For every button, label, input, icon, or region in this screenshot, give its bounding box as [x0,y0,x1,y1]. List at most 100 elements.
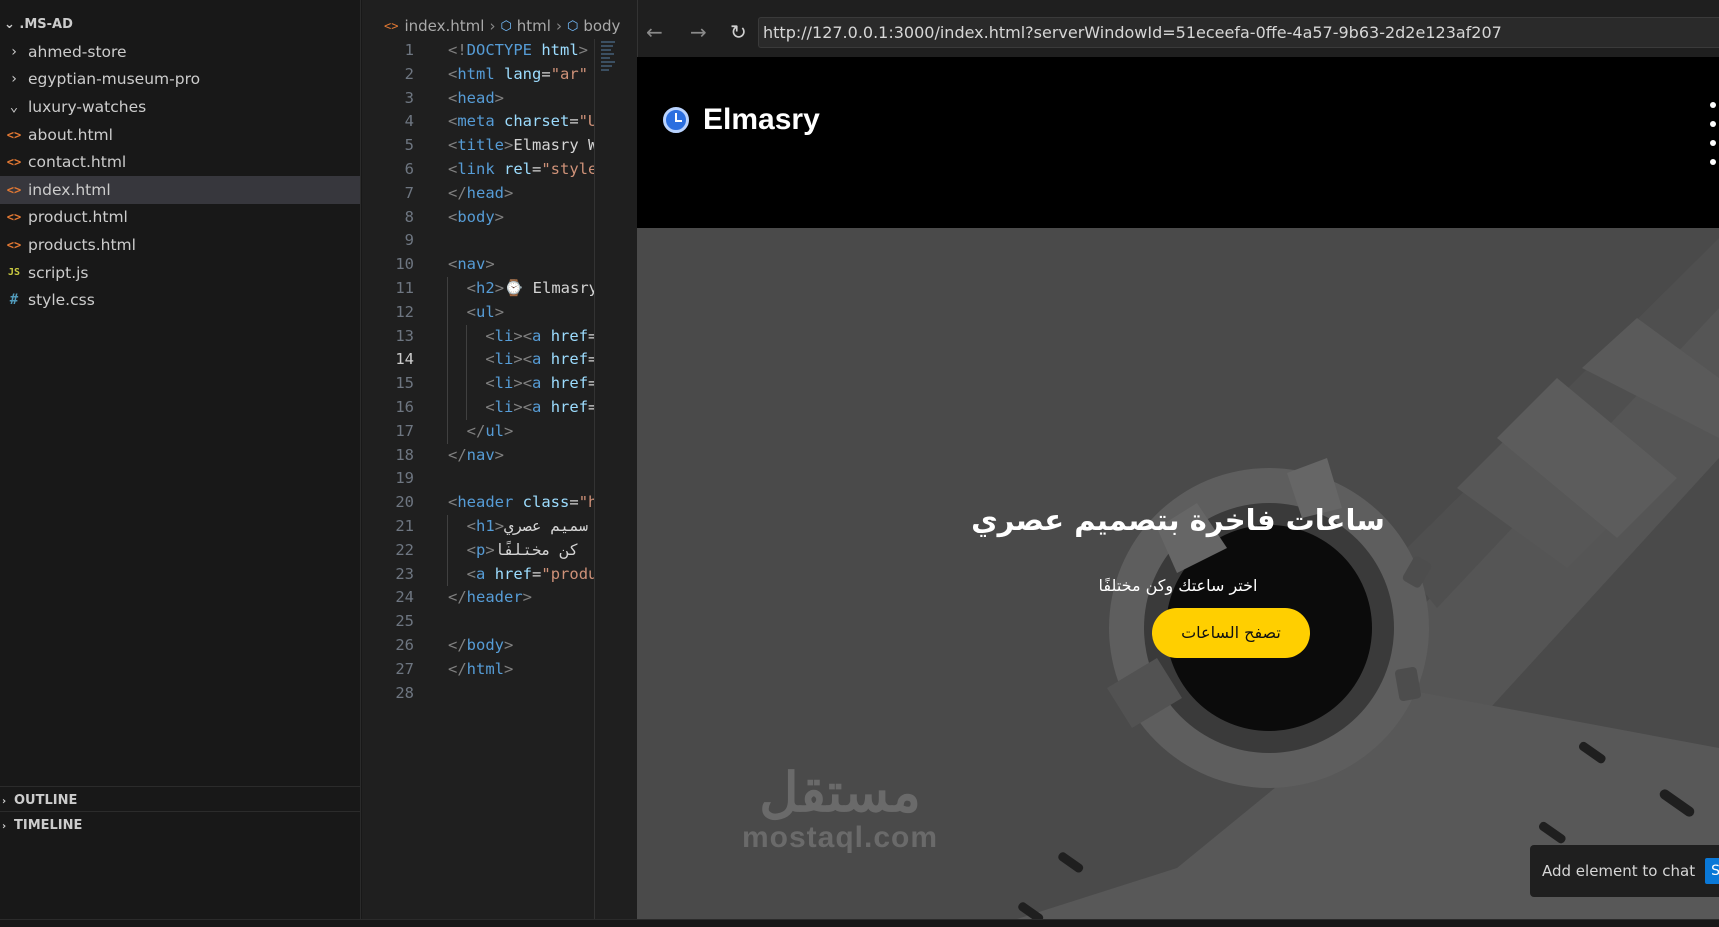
code-line[interactable]: 21 <h1>سميم عصري [362,514,594,539]
code-line[interactable]: 6 <link rel="style [362,158,594,182]
code-lines[interactable]: 1 <!DOCTYPE html> 2 <html lang="ar" 3 <head> 4… [362,39,594,919]
line-number: 13 [395,326,414,345]
code-line[interactable]: 19 [362,467,594,491]
tree-item[interactable]: <> products.html [0,231,360,259]
chevron-right-icon: › [9,43,19,60]
line-number: 4 [404,112,414,131]
code-line[interactable]: 4 <meta charset="U [362,110,594,134]
code-line[interactable]: 25 [362,610,594,634]
nav-dot[interactable] [1710,102,1716,108]
timeline-label: TIMELINE [14,818,83,833]
chevron-right-icon: › [489,17,496,35]
tree-item[interactable]: › ahmed-store [0,38,360,66]
code-line[interactable]: 20 <header class="h [362,491,594,515]
line-text: </ul> [466,421,514,440]
code-line[interactable]: 27 </html> [362,658,594,682]
chevron-down-icon: ⌄ [4,17,20,32]
code-line[interactable]: 1 <!DOCTYPE html> [362,39,594,63]
line-text: </html> [448,659,514,678]
line-text: <a href="produ [466,564,594,583]
browser-preview: ← → ↻ http://127.0.0.1:3000/index.html?s… [637,0,1719,919]
code-line[interactable]: 10 <nav> [362,253,594,277]
line-number: 10 [395,255,414,274]
nav-dot[interactable] [1710,140,1716,146]
line-number: 17 [395,421,414,440]
code-line[interactable]: 7 </head> [362,182,594,206]
code-editor[interactable]: <> index.html › ⬡ html › ⬡ body 1 <!DOCTY… [362,0,637,927]
code-line[interactable]: 5 <title>Elmasry W [362,134,594,158]
breadcrumb-file[interactable]: index.html [404,17,484,35]
line-number: 24 [395,588,414,607]
line-number: 16 [395,397,414,416]
line-text: </header> [448,588,533,607]
html-file-icon: <> [6,182,22,197]
code-line[interactable]: 3 <head> [362,87,594,111]
line-number: 28 [395,683,414,702]
forward-icon[interactable]: → [690,20,707,44]
line-text: <header class="h [448,493,594,512]
code-line[interactable]: 16 <li><a href= [362,395,594,420]
css-file-icon: # [9,292,19,309]
breadcrumb-html[interactable]: html [517,17,551,35]
browse-watches-button[interactable]: تصفح الساعات [1152,608,1310,658]
url-input[interactable]: http://127.0.0.1:3000/index.html?serverW… [758,17,1719,48]
chevron-right-icon: › [2,821,7,832]
line-text: </head> [448,183,514,202]
line-text: <head> [448,88,505,107]
code-line[interactable]: 26 </body> [362,634,594,658]
line-number: 7 [404,183,414,202]
code-line[interactable]: 24 </header> [362,586,594,610]
tree-item[interactable]: <> contact.html [0,148,360,176]
tree-item[interactable]: ⌄ luxury-watches [0,93,360,121]
outline-section[interactable]: › OUTLINE [0,786,361,813]
hero-section: ساعات فاخرة بتصميم عصري اختر ساعتك وكن م… [637,228,1719,919]
code-line[interactable]: 14 <li><a href= [362,348,594,373]
reload-icon[interactable]: ↻ [730,20,747,44]
line-number: 8 [404,207,414,226]
nav-dot[interactable] [1710,159,1716,165]
nav-menu-dots[interactable] [1710,102,1719,178]
tree-item[interactable]: › egyptian-museum-pro [0,66,360,94]
start-button[interactable]: Star [1705,858,1719,884]
code-line[interactable]: 12 <ul> [362,300,594,325]
workspace-root[interactable]: ⌄ .MS-AD [0,12,360,38]
site-logo[interactable]: Elmasry [663,103,820,137]
code-line[interactable]: 8 <body> [362,206,594,230]
code-line[interactable]: 17 </ul> [362,419,594,444]
code-line[interactable]: 23 <a href="produ [362,562,594,587]
tree-item[interactable]: # style.css [0,286,360,314]
code-line[interactable]: 15 <li><a href= [362,372,594,396]
minimap[interactable] [594,39,637,919]
tree-item[interactable]: JS script.js [0,259,360,287]
timeline-section[interactable]: › TIMELINE [0,811,361,838]
line-number: 25 [395,612,414,631]
tree-item-label: egyptian-museum-pro [28,70,201,89]
line-number: 19 [395,469,414,488]
code-line[interactable]: 2 <html lang="ar" [362,63,594,87]
add-element-label: Add element to chat [1542,862,1696,880]
nav-dot[interactable] [1710,121,1716,127]
site-page: Elmasry ساعات فاخرة بتصميم عصري اختر ساع… [637,57,1719,919]
code-line[interactable]: 13 <li><a href= [362,324,594,349]
code-line[interactable]: 18 </nav> [362,444,594,468]
code-line[interactable]: 11 <h2>⌚ Elmasry [362,276,594,301]
html-file-icon: <> [6,127,22,142]
hero-subtitle: اختر ساعتك وكن مختلفًا [1098,576,1258,595]
breadcrumb-body[interactable]: body [583,17,620,35]
outline-label: OUTLINE [14,793,78,808]
tree-item[interactable]: <> index.html [0,175,360,204]
tree-item[interactable]: <> product.html [0,204,360,232]
html-file-icon: <> [384,19,399,33]
breadcrumb: <> index.html › ⬡ html › ⬡ body [362,13,637,39]
code-line[interactable]: 22 <p>كن مختلفًا [362,538,594,563]
back-icon[interactable]: ← [646,20,663,44]
html-file-icon: <> [6,210,22,225]
line-number: 12 [395,302,414,321]
line-number: 26 [395,635,414,654]
line-number: 11 [395,278,414,297]
code-line[interactable]: 28 [362,682,594,706]
tree-item-label: script.js [28,263,89,282]
site-navbar: Elmasry [637,57,1719,228]
tree-item[interactable]: <> about.html [0,121,360,149]
code-line[interactable]: 9 [362,229,594,253]
